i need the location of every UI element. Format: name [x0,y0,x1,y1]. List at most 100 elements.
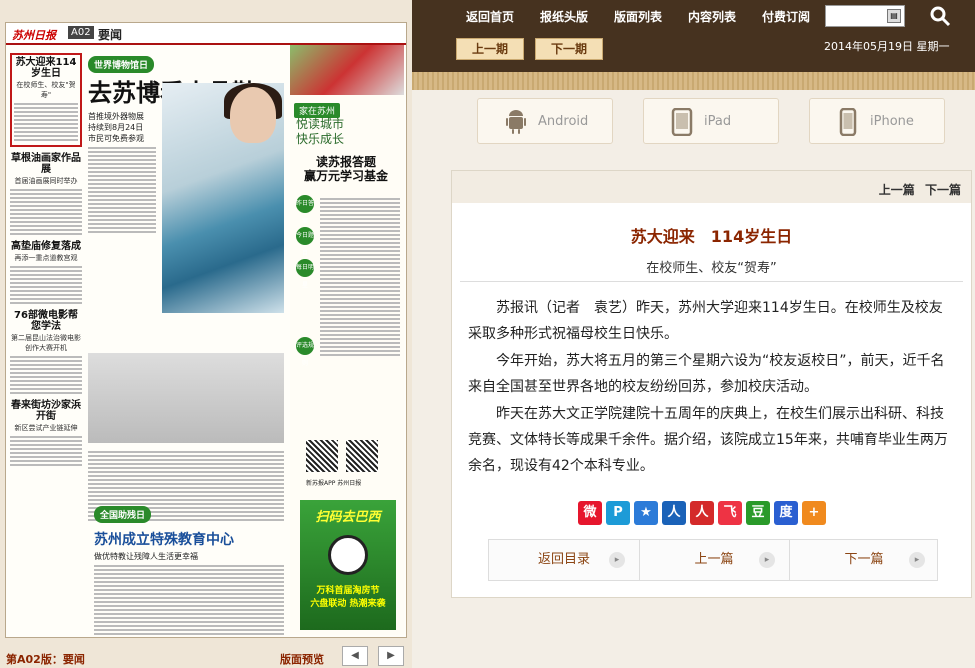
edition-badge: A02 [68,26,94,39]
news-block[interactable]: 草根油画家作品展 首届油画展同时举办 [10,153,82,235]
qr-caption: 新苏报APP 苏州日报 [306,480,362,487]
chevron-right-icon: ▸ [609,552,625,568]
section-name: 要闻 [98,28,123,42]
news-block[interactable]: 春来街坊沙家浜开街 新区尝试产业链延伸 [10,400,82,466]
museum-tag: 世界博物馆日 [88,56,155,73]
back-to-index-button[interactable]: 返回目录 ▸ [489,540,639,580]
douban-icon[interactable]: 豆 [746,501,770,525]
next-issue-button[interactable]: 下一期 [535,38,603,60]
ad-title: 扫码去巴西 [315,510,381,525]
nav-subscribe-link[interactable]: 付费订阅 [762,8,810,25]
search-icon[interactable] [928,4,952,28]
article-panel: 上一篇 下一篇 苏大迎来 114岁生日 在校师生、校友“贺寿” 苏报讯（记者 袁… [451,170,972,598]
nav-page-list-link[interactable]: 版面列表 [614,8,662,25]
special-headline: 苏州成立特殊教育中心 [94,532,234,548]
news-block-highlighted[interactable]: 苏大迎来114岁生日 在校师生、校友"贺寿" [10,53,82,147]
android-icon [506,110,526,134]
news-subhead: 再添一重点道教宫观 [14,254,78,262]
poem-text: 悦读城市 快乐成长 [296,117,345,146]
quiz-circle: 昨日答案 [296,195,314,225]
quiz-circle: 评选规则 [296,337,314,367]
news-headline: 高垫庙修复落成 [11,241,81,252]
football-icon [328,535,368,575]
qzone-icon[interactable]: P [606,501,630,525]
fetion-icon[interactable]: 飞 [718,501,742,525]
left-news-column: 苏大迎来114岁生日 在校师生、校友"贺寿" 草根油画家作品展 首届油画展同时举… [10,53,82,633]
ad-subtitle: 万科首届淘房节 六盘联动 热潮来袭 [310,586,386,609]
qr-code-icon [346,440,378,472]
news-block[interactable]: 高垫庙修复落成 再添一重点道教宫观 [10,241,82,304]
right-news-column: 家在苏州 悦读城市 快乐成长 读苏报答题 赢万元学习基金 昨日答案 今日题目 每… [290,45,404,635]
next-article-link[interactable]: 下一篇 [925,183,961,197]
city-graphic [290,45,404,95]
divider [460,281,963,282]
news-headline: 苏大迎来114岁生日 [15,57,77,79]
quiz-circle: 每日明星 [296,259,314,289]
special-education-block[interactable]: 全国助残日 苏州成立特殊教育中心 做优特教让残障人生活更幸福 [94,503,284,637]
article-subtitle: 在校师生、校友“贺寿” [646,261,777,276]
prev-page-arrow-icon[interactable]: ◀ [342,646,368,666]
renren-icon[interactable]: 人 [662,501,686,525]
page-label: 第A02版：要闻 [6,653,85,666]
iphone-label: iPhone [870,114,914,129]
top-navigation: 返回首页 报纸头版 版面列表 内容列表 付费订阅 ▤ 上一期 下一期 [412,0,975,72]
share-toolbar: 微 P ★ 人人飞豆度 + [578,501,830,525]
phone-icon [839,108,857,136]
next-article-button[interactable]: 下一篇 ▸ [789,540,939,580]
more-share-icon[interactable]: + [802,501,826,525]
article-top-nav: 上一篇 下一篇 [873,181,961,198]
quiz-circle: 今日题目 [296,227,314,257]
next-page-arrow-icon[interactable]: ▶ [378,646,404,666]
qr-codes: 新苏报APP 苏州日报 [306,440,396,487]
special-subhead: 做优特教让残障人生活更幸福 [94,552,198,561]
weibo-icon[interactable]: 微 [578,501,602,525]
quiz-title[interactable]: 读苏报答题 赢万元学习基金 [304,155,388,183]
news-headline: 76部微电影帮您学法 [14,310,78,332]
issue-date: 2014年05月19日 星期一 [824,40,950,53]
kaixin-icon[interactable]: 人 [690,501,714,525]
nav-content-list-link[interactable]: 内容列表 [688,8,736,25]
article-footer-nav: 返回目录 ▸ 上一篇 ▸ 下一篇 ▸ [488,539,938,581]
chevron-right-icon: ▸ [759,552,775,568]
star-icon[interactable]: ★ [634,501,658,525]
page-preview-bar: 第A02版：要闻 版面预览 ◀ ▶ [0,645,412,668]
calendar-icon[interactable]: ▤ [887,9,901,23]
article-paragraph: 今年开始，苏大将五月的第三个星期六设为“校友返校日”，前天，近千名来自全国甚至世… [468,353,945,395]
newspaper-logo: 苏州日报 [12,29,56,42]
prev-article-button[interactable]: 上一篇 ▸ [639,540,789,580]
article-body: 苏报讯（记者 袁艺）昨天，苏州大学迎来114岁生日。在校师生及校友采取多种形式祝… [468,295,956,480]
newspaper-masthead: 苏州日报 A02 要闻 [6,23,406,45]
news-block[interactable]: 76部微电影帮您学法 第二届昆山法治微电影创作大赛开机 [10,310,82,394]
article-paragraph: 苏报讯（记者 袁艺）昨天，苏州大学迎来114岁生日。在校师生及校友采取多种形式祝… [468,300,943,342]
qr-code-icon [306,440,338,472]
news-subhead: 新区尝试产业链延伸 [14,424,78,432]
android-app-button[interactable]: Android [477,98,613,144]
tablet-icon [671,108,693,136]
prev-article-link[interactable]: 上一篇 [879,183,915,197]
search-input[interactable]: ▤ [825,5,905,27]
baidu-icon[interactable]: 度 [774,501,798,525]
ipad-label: iPad [704,114,732,129]
advertisement[interactable]: 扫码去巴西 万科首届淘房节 六盘联动 热潮来袭 [300,500,396,630]
decorative-strip [412,72,975,90]
preview-label: 版面预览 [280,653,324,666]
article-top-bar: 上一篇 下一篇 [452,171,971,203]
nav-front-page-link[interactable]: 报纸头版 [540,8,588,25]
prev-issue-button[interactable]: 上一期 [456,38,524,60]
exhibit-photo [88,353,284,443]
article-title: 苏大迎来 114岁生日 [630,227,793,246]
nav-home-link[interactable]: 返回首页 [466,8,514,25]
news-subhead: 首届油画展同时举办 [14,177,78,185]
crystal-shoe-photo [162,83,284,313]
iphone-app-button[interactable]: iPhone [809,98,945,144]
android-label: Android [538,114,589,129]
chevron-right-icon: ▸ [909,552,925,568]
city-tag: 家在苏州 [294,103,341,118]
news-headline: 春来街坊沙家浜开街 [11,400,81,422]
news-headline: 草根油画家作品展 [11,153,81,175]
ipad-app-button[interactable]: iPad [643,98,779,144]
quiz-sections: 昨日答案 今日题目 每日明星 评选规则 [296,195,314,369]
newspaper-page[interactable]: 苏州日报 A02 要闻 苏大迎来114岁生日 在校师生、校友"贺寿" 草根油画家… [5,22,407,638]
news-subhead: 第二届昆山法治微电影创作大赛开机 [11,334,81,352]
newspaper-preview-panel: 苏州日报 A02 要闻 苏大迎来114岁生日 在校师生、校友"贺寿" 草根油画家… [0,0,412,668]
